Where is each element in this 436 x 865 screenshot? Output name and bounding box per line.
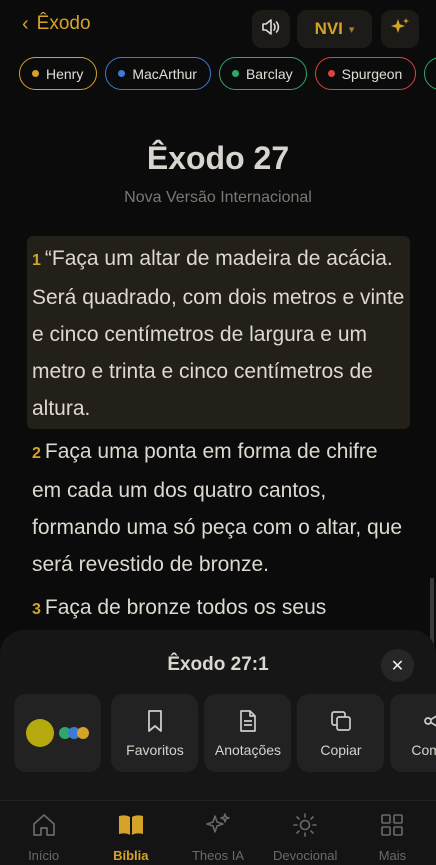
home-icon: [31, 812, 57, 838]
chip-label: Spurgeon: [341, 65, 403, 82]
chip-label: MacArthur: [132, 65, 197, 82]
back-button[interactable]: ‹ Êxodo: [22, 12, 91, 36]
action-bookmark-button[interactable]: Favoritos: [111, 694, 199, 772]
verse-text: Faça uma ponta em forma de chifre em cad…: [32, 440, 403, 576]
audio-button[interactable]: [252, 10, 290, 48]
chip-dot-icon: [231, 70, 239, 77]
sheet-title: Êxodo 27:1: [167, 654, 269, 675]
nav-item-sun[interactable]: Devocional: [262, 801, 349, 865]
bookmark-icon: [145, 708, 165, 734]
action-label: Compa: [411, 742, 436, 758]
highlight-color-picker[interactable]: [14, 694, 101, 772]
nav-label: Mais: [378, 848, 407, 863]
sparkles-icon: [389, 16, 411, 43]
verse[interactable]: 3 Faça de bronze todos os seus: [27, 585, 410, 630]
commentator-chip[interactable]: [424, 57, 436, 90]
nav-label: Início: [28, 848, 60, 863]
nav-item-grid[interactable]: Mais: [349, 801, 436, 865]
verse-number: 3: [32, 601, 41, 618]
nav-item-book[interactable]: Bíblia: [87, 801, 174, 865]
book-title: Êxodo: [36, 13, 91, 34]
action-row: Favoritos Anotações Copiar Compa: [14, 694, 436, 774]
verse[interactable]: 2 Faça uma ponta em forma de chifre em ca…: [27, 429, 410, 585]
action-share-button[interactable]: Compa: [390, 694, 436, 772]
share-icon: [422, 708, 436, 734]
speaker-icon: [261, 18, 281, 41]
chevron-left-icon: ‹: [22, 13, 29, 35]
verse-actions-sheet: Êxodo 27:1 ✕ Favoritos Anotações Copiar Com…: [0, 630, 436, 800]
sparkles-icon: [204, 812, 232, 838]
chip-dot-icon: [327, 70, 335, 77]
action-copy-button[interactable]: Copiar: [297, 694, 385, 772]
ai-button[interactable]: [381, 10, 419, 48]
nav-label: Devocional: [273, 848, 338, 863]
action-label: Anotações: [214, 742, 282, 758]
copy-icon: [329, 708, 353, 734]
grid-icon: [379, 812, 405, 838]
chapter-title: Êxodo 27: [146, 140, 290, 176]
translation-name: Nova Versão Internacional: [124, 189, 312, 206]
verse-list: 1 “Faça um altar de madeira de acácia. Se…: [27, 236, 410, 630]
highlight-color-swatch[interactable]: [77, 727, 89, 739]
verse-number: 2: [32, 445, 41, 462]
version-selector[interactable]: NVI ▾: [297, 10, 372, 48]
commentator-chip[interactable]: Spurgeon: [314, 57, 417, 90]
commentator-chips: Henry MacArthur Barclay Spurgeon: [19, 57, 436, 91]
nav-item-home[interactable]: Início: [0, 801, 87, 865]
action-label: Copiar: [320, 742, 362, 758]
sun-icon: [292, 812, 318, 838]
nav-label: Theos IA: [191, 848, 245, 863]
verse-text: “Faça um altar de madeira de acácia. Ser…: [32, 247, 405, 420]
chip-label: Barclay: [245, 65, 293, 82]
verse-selected[interactable]: 1 “Faça um altar de madeira de acácia. Se…: [27, 236, 410, 429]
close-button[interactable]: ✕: [381, 649, 414, 682]
book-icon: [117, 812, 145, 838]
commentator-chip[interactable]: Barclay: [218, 57, 307, 90]
verse-text: Faça de bronze todos os seus: [44, 596, 327, 619]
version-label: NVI: [314, 19, 343, 38]
commentator-chip[interactable]: Henry: [19, 57, 98, 90]
action-note-button[interactable]: Anotações: [204, 694, 292, 772]
close-icon: ✕: [390, 657, 405, 675]
note-icon: [238, 708, 258, 734]
nav-label: Bíblia: [113, 848, 149, 863]
chevron-down-icon: ▾: [348, 23, 355, 36]
nav-item-sparkles[interactable]: Theos IA: [174, 801, 261, 865]
highlight-color-swatch[interactable]: [26, 719, 54, 747]
chip-dot-icon: [118, 70, 126, 77]
chip-dot-icon: [32, 70, 39, 77]
verse-number: 1: [32, 252, 41, 269]
bottom-nav: Início Bíblia Theos IA Devocional Mais: [0, 800, 436, 865]
commentator-chip[interactable]: MacArthur: [105, 57, 211, 90]
chip-label: Henry: [46, 65, 84, 82]
top-bar: ‹ Êxodo NVI ▾: [0, 0, 436, 52]
action-label: Favoritos: [126, 742, 184, 758]
